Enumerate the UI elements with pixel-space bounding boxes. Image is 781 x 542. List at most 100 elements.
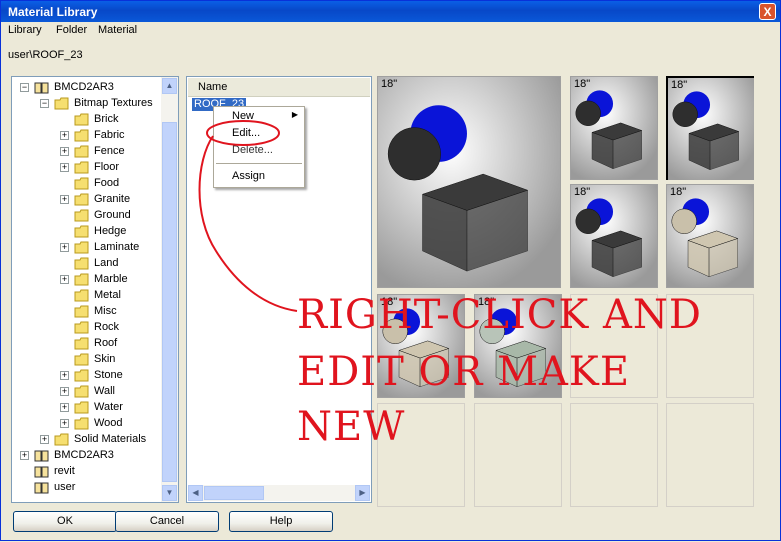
folder-icon [74,369,90,382]
tree-node-label: Skin [94,353,116,365]
tree-node[interactable]: + Granite [12,191,162,207]
tree-node[interactable]: Misc [12,303,162,319]
book-icon [34,465,50,478]
material-preview-image [668,78,754,180]
scroll-left-button[interactable]: ◀ [188,485,203,501]
h-scroll-thumb[interactable] [204,486,264,500]
ok-button[interactable]: OK [13,511,117,532]
empty-thumbnail-slot[interactable] [666,403,754,507]
tree-node[interactable]: − Bitmap Textures [12,95,162,111]
expand-icon[interactable]: + [20,451,29,460]
tree-node[interactable]: + Wood [12,415,162,431]
current-path: user\ROOF_23 [8,49,83,61]
tree-node[interactable]: Rock [12,319,162,335]
expand-icon[interactable]: + [60,419,69,428]
folder-icon [74,145,90,158]
folder-icon [74,353,90,366]
expand-icon[interactable]: + [60,163,69,172]
expand-icon[interactable]: + [60,371,69,380]
material-thumbnail[interactable]: 18" [666,184,754,288]
expand-icon[interactable]: + [60,243,69,252]
close-button[interactable]: X [759,3,776,20]
book-icon [34,81,50,94]
scroll-right-button[interactable]: ▶ [355,485,370,501]
tree-node-label: Water [94,401,123,413]
material-preview-image [571,185,657,287]
tree-node[interactable]: Ground [12,207,162,223]
tree-node-label: Granite [94,193,131,205]
tree-vertical-scrollbar[interactable]: ▲ ▼ [161,77,178,502]
library-tree[interactable]: − BMCD2AR3− Bitmap Textures Brick + Fabric + Fe… [11,76,179,503]
tree-node[interactable]: Land [12,255,162,271]
folder-icon [74,401,90,414]
title-bar[interactable]: Material Library X [1,1,780,22]
material-thumbnail[interactable]: 18" [666,76,754,180]
menu-folder[interactable]: Folder [56,24,87,36]
material-preview-image [667,185,753,287]
tree-node[interactable]: Brick [12,111,162,127]
tree-node[interactable]: + Fabric [12,127,162,143]
expand-icon[interactable]: + [60,387,69,396]
tree-node[interactable]: + BMCD2AR3 [12,447,162,463]
scroll-down-button[interactable]: ▼ [162,485,177,501]
tree-node[interactable]: + Wall [12,383,162,399]
menu-material[interactable]: Material [98,24,137,36]
tree-node[interactable]: + Solid Materials [12,431,162,447]
tree-node-label: Rock [94,321,120,333]
list-horizontal-scrollbar[interactable]: ◀ ▶ [188,485,370,501]
tree-node[interactable]: + Stone [12,367,162,383]
tree-node[interactable]: + Marble [12,271,162,287]
menu-item-new[interactable]: New [232,110,254,122]
folder-icon [74,305,90,318]
menu-library[interactable]: Library [8,24,42,36]
collapse-icon[interactable]: − [20,83,29,92]
cancel-button[interactable]: Cancel [115,511,219,532]
menu-item-edit[interactable]: Edit... [232,127,260,139]
tree-node-label: Roof [94,337,118,349]
tree-node[interactable]: Metal [12,287,162,303]
tree-node-label: Laminate [94,241,140,253]
expand-icon[interactable]: + [60,403,69,412]
material-thumbnail[interactable]: 18" [377,76,561,288]
expand-icon[interactable]: + [60,275,69,284]
collapse-icon[interactable]: − [40,99,49,108]
thumbnail-size-label: 18" [670,186,687,198]
tree-node[interactable]: user [12,479,162,495]
menu-item-delete[interactable]: Delete... [232,144,273,156]
tree-node-label: Fabric [94,129,125,141]
tree-node[interactable]: + Fence [12,143,162,159]
thumbnail-size-label: 18" [574,78,591,90]
tree-node[interactable]: − BMCD2AR3 [12,79,162,95]
empty-thumbnail-slot[interactable] [474,403,562,507]
folder-icon [74,225,90,238]
material-thumbnail[interactable]: 18" [570,184,658,288]
tree-node[interactable]: + Laminate [12,239,162,255]
tree-node-label: Floor [94,161,120,173]
material-library-window: Material Library X Library Folder Materi… [0,0,781,541]
menu-separator [216,163,302,164]
menu-item-assign[interactable]: Assign [232,170,265,182]
material-thumbnail[interactable]: 18" [570,76,658,180]
tree-node[interactable]: Skin [12,351,162,367]
column-header-name[interactable]: Name [188,78,370,97]
expand-icon[interactable]: + [60,131,69,140]
folder-icon [74,257,90,270]
expand-icon[interactable]: + [40,435,49,444]
scroll-thumb[interactable] [162,122,177,482]
column-header-label: Name [198,81,228,93]
folder-icon [74,177,90,190]
expand-icon[interactable]: + [60,147,69,156]
tree-node[interactable]: Food [12,175,162,191]
folder-icon [74,337,90,350]
tree-node[interactable]: + Floor [12,159,162,175]
expand-icon[interactable]: + [60,195,69,204]
tree-node[interactable]: Hedge [12,223,162,239]
book-icon [34,449,50,462]
folder-icon [74,161,90,174]
help-button[interactable]: Help [229,511,333,532]
tree-node[interactable]: Roof [12,335,162,351]
empty-thumbnail-slot[interactable] [570,403,658,507]
tree-node[interactable]: + Water [12,399,162,415]
tree-node[interactable]: revit [12,463,162,479]
scroll-up-button[interactable]: ▲ [162,78,177,94]
